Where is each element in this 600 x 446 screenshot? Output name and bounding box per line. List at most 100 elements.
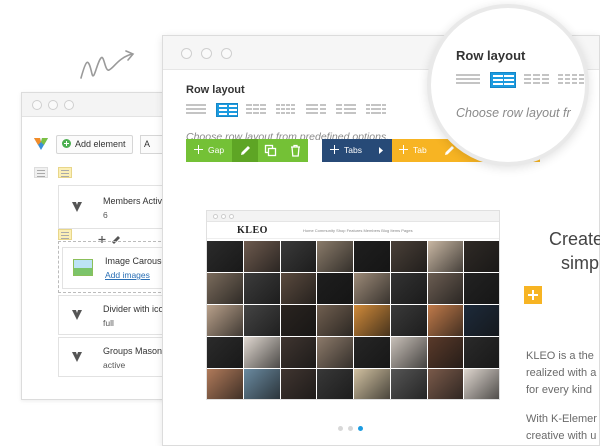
trash-icon <box>291 144 300 157</box>
preview-photo <box>464 337 499 368</box>
preview-photo <box>207 305 243 336</box>
layout-2-col-icon[interactable] <box>216 103 238 117</box>
paragraph-line: With K-Elemer <box>526 413 597 425</box>
row-drag-icon[interactable] <box>34 167 48 178</box>
add-icon <box>62 139 71 148</box>
preview-photo <box>317 369 353 399</box>
carousel-dot[interactable] <box>348 426 353 431</box>
element-icon <box>72 202 82 212</box>
window-dot[interactable] <box>48 100 58 110</box>
window-dot <box>221 214 226 219</box>
squiggle-arrow-icon <box>80 50 135 79</box>
layout-1-4-1-col-icon[interactable] <box>366 103 388 117</box>
move-icon <box>194 145 203 154</box>
element-icon <box>72 352 82 362</box>
preview-photo <box>354 241 390 272</box>
carousel-dot[interactable] <box>338 426 343 431</box>
gap-delete-button[interactable] <box>283 139 308 162</box>
magnifier-hint: Choose row layout fr <box>456 106 571 120</box>
window-dot <box>213 214 218 219</box>
paragraph-line: realized with a <box>526 367 597 379</box>
element-title: Groups Masonry <box>103 346 170 356</box>
create-heading-line1: Create <box>549 229 600 249</box>
preview-photo <box>317 273 353 304</box>
preview-titlebar <box>207 211 499 222</box>
copy-icon <box>264 144 277 157</box>
layout-2-col-icon[interactable] <box>490 72 516 88</box>
layout-4-col-icon[interactable] <box>558 72 584 88</box>
tabs-drag-handle[interactable]: Tabs <box>322 139 392 162</box>
preview-nav-links: Home Community Shop Features Members Blo… <box>303 228 413 233</box>
preview-photo <box>390 273 427 304</box>
gap-drag-handle[interactable]: Gap <box>186 139 232 162</box>
row-controls <box>34 167 94 179</box>
back-window-titlebar <box>22 93 170 117</box>
preview-logo: KLEO <box>237 225 268 236</box>
tabs-toolbar: Tabs <box>322 139 392 162</box>
image-carousel-icon <box>73 259 93 276</box>
preview-photo <box>207 369 243 399</box>
element-title: Image Carousel <box>105 256 169 266</box>
add-images-link[interactable]: Add images <box>105 270 150 280</box>
preview-photo <box>354 337 390 368</box>
website-preview: KLEO Home Community Shop Features Member… <box>206 210 500 400</box>
layout-4-col-icon[interactable] <box>276 103 298 117</box>
preview-photo <box>427 305 464 336</box>
preview-photo <box>390 337 427 368</box>
preview-photo <box>354 273 390 304</box>
paragraph-line: KLEO is a the <box>526 350 594 362</box>
element-subtitle: 6 <box>103 210 108 220</box>
preview-photo <box>207 241 243 272</box>
add-plus-button[interactable] <box>524 286 542 304</box>
preview-photo <box>317 241 353 272</box>
window-dot[interactable] <box>221 48 232 59</box>
builder-logo-icon <box>34 138 48 150</box>
preview-photo <box>280 337 317 368</box>
layout-3-col-icon[interactable] <box>524 72 550 88</box>
gap-edit-button[interactable] <box>232 139 258 162</box>
preview-photo <box>243 337 280 368</box>
preview-photo <box>280 273 317 304</box>
magnifier-title: Row layout <box>456 48 526 63</box>
row-layout-icon[interactable] <box>58 229 72 240</box>
gap-clone-button[interactable] <box>258 139 283 162</box>
tab-drag-handle[interactable]: Tab <box>392 139 436 162</box>
row-controls <box>34 229 94 241</box>
preview-photo <box>354 305 390 336</box>
layout-1-col-icon[interactable] <box>456 72 482 88</box>
preview-photo <box>207 273 243 304</box>
preview-photo <box>280 241 317 272</box>
window-dot[interactable] <box>181 48 192 59</box>
layout-3-col-icon[interactable] <box>246 103 268 117</box>
preview-photo <box>317 305 353 336</box>
element-subtitle: active <box>103 360 126 370</box>
layout-1-2-col-icon[interactable] <box>336 103 358 117</box>
layout-2-1-col-icon[interactable] <box>306 103 328 117</box>
zoom-magnifier: Row layout Choose row layout fr <box>427 4 589 166</box>
preview-photo <box>464 369 499 399</box>
preview-photo <box>354 369 390 399</box>
window-dot[interactable] <box>201 48 212 59</box>
layout-1-col-icon[interactable] <box>186 103 208 117</box>
window-dot[interactable] <box>32 100 42 110</box>
row-layout-icon[interactable] <box>58 167 72 178</box>
carousel-dot-active[interactable] <box>358 426 363 431</box>
preview-photo <box>280 305 317 336</box>
window-dot[interactable] <box>64 100 74 110</box>
photo-grid <box>207 241 499 399</box>
preview-photo <box>243 369 280 399</box>
preview-photo <box>427 369 464 399</box>
preview-photo <box>427 273 464 304</box>
preview-photo <box>390 369 427 399</box>
create-heading-line2: simpl <box>561 253 600 273</box>
add-element-button[interactable]: Add element <box>56 135 133 154</box>
preview-photo <box>243 241 280 272</box>
back-toolbar: Add element A <box>22 133 172 155</box>
paragraph-line: creative with u <box>526 430 597 442</box>
preview-photo <box>280 369 317 399</box>
paragraph-line: for every kind <box>526 384 593 396</box>
preview-photo <box>243 305 280 336</box>
preview-photo <box>243 273 280 304</box>
element-title: Divider with icon <box>103 304 169 314</box>
move-icon <box>330 145 339 154</box>
